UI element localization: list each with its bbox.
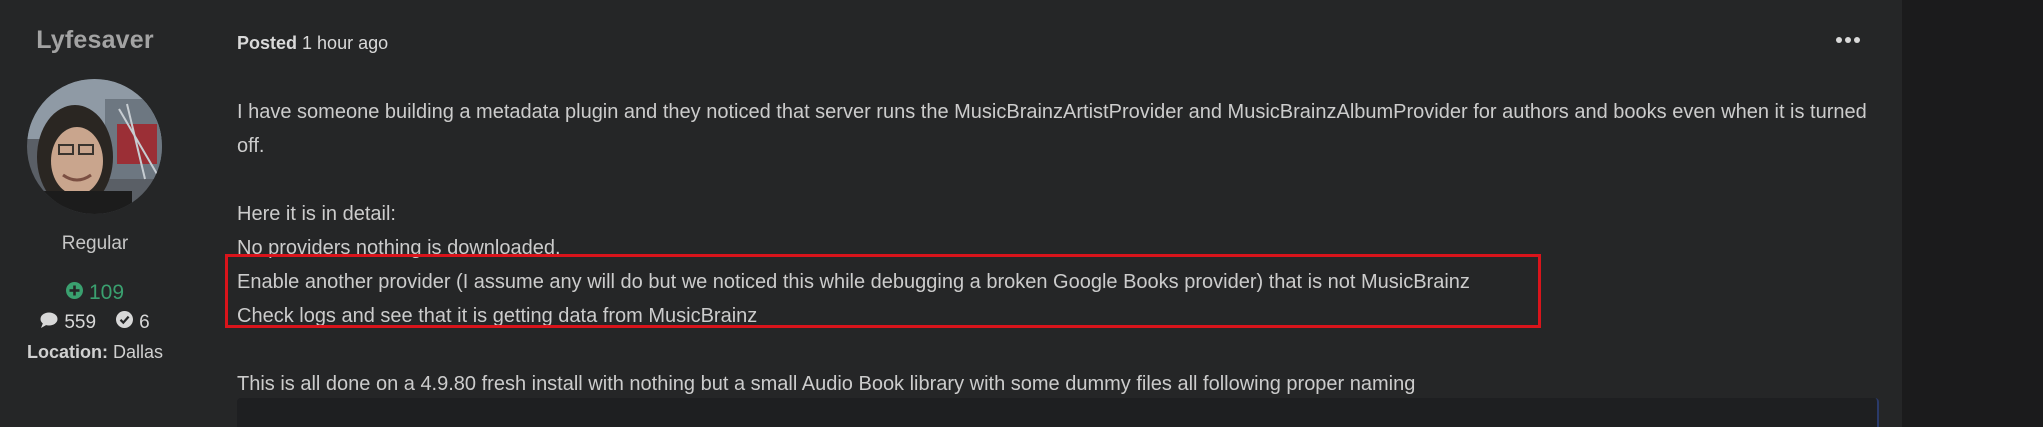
post-paragraph: This is all done on a 4.9.80 fresh insta… — [237, 373, 1416, 395]
location-value: Dallas — [112, 342, 164, 362]
comment-icon — [40, 312, 58, 334]
avatar[interactable] — [27, 79, 162, 214]
author-name[interactable]: Lyfesaver — [0, 26, 190, 55]
plus-circle-icon — [65, 281, 83, 305]
highlight-annotation — [225, 254, 1541, 328]
member-location: Location: Dallas — [0, 342, 190, 363]
solution-count-value: 6 — [139, 311, 150, 333]
code-block[interactable] — [237, 398, 1879, 427]
post-content: I have someone building a metadata plugi… — [237, 95, 1877, 401]
more-options-icon[interactable] — [1833, 30, 1863, 50]
post-line: Here it is in detail: — [237, 203, 396, 225]
post-count: 559 — [40, 312, 96, 334]
solution-count: 6 — [116, 311, 150, 334]
posted-label: Posted — [237, 33, 298, 53]
post-time[interactable]: 1 hour ago — [302, 33, 388, 53]
forum-post: Lyfesaver Regular 109 559 6 Location: Da… — [0, 0, 1902, 427]
post-meta: Posted 1 hour ago — [237, 33, 388, 54]
post-paragraph: I have someone building a metadata plugi… — [237, 101, 1867, 157]
right-sidebar — [1902, 0, 2043, 427]
location-label: Location: — [26, 342, 108, 362]
reputation-count: 109 — [88, 281, 125, 304]
member-rank: Regular — [61, 233, 129, 254]
check-circle-icon — [116, 311, 134, 334]
author-panel: Lyfesaver Regular 109 559 6 Location: Da… — [0, 0, 190, 427]
reputation: 109 — [0, 281, 190, 305]
post-count-value: 559 — [64, 311, 97, 333]
member-stats: 559 6 — [0, 311, 190, 334]
